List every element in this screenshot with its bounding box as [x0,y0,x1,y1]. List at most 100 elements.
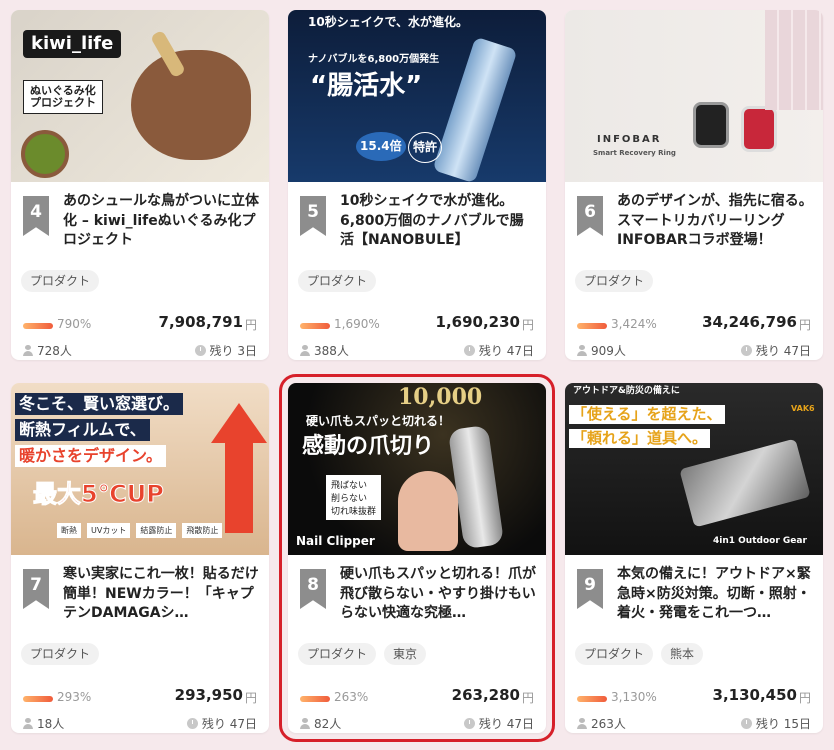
rank-badge: 6 [577,196,603,236]
ring-illustration [693,102,729,148]
supporters: 18人 [23,715,64,732]
image-headline: 10秒シェイクで、水が進化。 [308,15,468,29]
project-thumbnail[interactable]: 10秒シェイクで、水が進化。 ナノバブルを6,800万個発生 “腸活水” 15.… [288,10,546,182]
remaining-text: 残り 47日 [755,344,811,358]
clock-icon [194,345,206,356]
supporters: 728人 [23,342,72,359]
category-tag[interactable]: プロダクト [298,643,377,665]
project-title[interactable]: あのシュールな鳥がついに立体化 – kiwi_lifeぬいぐるみ化プロジェクト [63,192,259,250]
achievement-percent: 790% [57,317,92,331]
project-thumbnail[interactable]: 10,000 硬い爪もスパッと切れる！ 感動の爪切り 飛ばない 削らない 切れ味… [288,383,546,555]
image-line: 冬こそ、賢い窓選び。 [15,393,184,415]
project-card[interactable]: kiwi_life ぬいぐるみ化 プロジェクト 4 あのシュールな鳥がついに立体… [11,10,269,360]
rank-badge: 8 [300,569,326,609]
image-main-copy: 感動の爪切り [302,434,435,459]
rank-badge: 7 [23,569,49,609]
image-subheadline: ナノバブルを6,800万個発生 [308,54,440,65]
progress-bar [23,323,53,329]
supporters: 82人 [300,715,341,732]
image-top: アウトドア&防災の備えに [573,386,680,396]
project-card[interactable]: 10,000 硬い爪もスパッと切れる！ 感動の爪切り 飛ばない 削らない 切れ味… [279,374,555,742]
calendar-backdrop [765,10,823,110]
project-title[interactable]: 硬い爪もスパッと切れる！爪が飛び散らない・やすり掛けもいらない快適な究極… [340,565,536,623]
project-thumbnail[interactable]: 冬こそ、賢い窓選び。 断熱フィルムで、 暖かさをデザイン。 最大5℃UP 断熱 … [11,383,269,555]
supporter-count: 388人 [314,344,349,358]
tool-illustration [679,438,811,528]
remaining-days: 残り 15日 [740,715,811,732]
check-item: 削らない [331,494,368,504]
person-icon [300,345,310,356]
project-title[interactable]: 寒い実家にこれ一枚！貼るだけ簡単！NEWカラー！「キャプテンDAMAGAシ… [63,565,259,623]
image-logo: kiwi_life [23,30,122,58]
project-card[interactable]: INFOBAR Smart Recovery Ring 6 あのデザインが、指先… [565,10,823,360]
currency-unit: 円 [244,318,257,332]
remaining-days: 残り 47日 [463,342,534,359]
image-footer: 4in1 Outdoor Gear [713,536,807,546]
supporter-count: 18人 [37,717,65,731]
achievement-percent: 1,690% [334,317,380,331]
progress-bar [577,323,607,329]
image-top-number: 10,000 [398,384,483,410]
project-title[interactable]: 10秒シェイクで水が進化。6,800万個のナノバブルで腸活【NANOBULE】 [340,192,536,250]
category-tag[interactable]: プロダクト [21,643,100,665]
tag-list: プロダクト [298,270,377,292]
image-chip: 飛散防止 [182,523,223,538]
project-title[interactable]: 本気の備えに！アウトドア×緊急時×防災対策。切断・照射・着火・発電をこれ一つ… [617,565,813,623]
supporter-count: 263人 [591,717,626,731]
location-tag[interactable]: 熊本 [661,643,704,665]
image-footer: Nail Clipper [296,534,375,548]
kiwi-plush-illustration [131,50,251,160]
project-card[interactable]: 10秒シェイクで、水が進化。 ナノバブルを6,800万個発生 “腸活水” 15.… [288,10,546,360]
supporters: 909人 [577,342,626,359]
person-icon [577,345,587,356]
achievement-percent: 3,130% [611,690,657,704]
funding-amount: 34,246,796 [702,313,797,331]
project-thumbnail[interactable]: INFOBAR Smart Recovery Ring [565,10,823,182]
rank-badge: 5 [300,196,326,236]
currency-unit: 円 [798,318,811,332]
person-icon [23,345,33,356]
project-card[interactable]: アウトドア&防災の備えに 「使える」を超えた、 「頼れる」道具へ。 VAK6 4… [565,383,823,733]
tag-list: プロダクト [575,270,654,292]
category-tag[interactable]: プロダクト [575,643,654,665]
supporters: 263人 [577,715,626,732]
remaining-text: 残り 47日 [478,717,534,731]
funding-amount: 7,908,791 [158,313,243,331]
image-chip: 断熱 [57,523,81,538]
currency-unit: 円 [521,691,534,705]
supporter-count: 82人 [314,717,342,731]
person-icon [577,718,587,729]
progress-bar [300,323,330,329]
hand-illustration [398,471,458,551]
tag-list: プロダクト [21,270,100,292]
image-big-copy: 最大5℃UP [33,480,165,508]
arrow-shaft [225,443,253,533]
achievement-percent: 293% [57,690,92,704]
achievement-percent: 3,424% [611,317,657,331]
achievement-percent: 263% [334,690,369,704]
kiwi-fruit-illustration [21,130,69,178]
remaining-text: 残り 3日 [209,344,257,358]
image-chip-row: 断熱 UVカット 結露防止 飛散防止 [57,523,223,538]
remaining-days: 残り 47日 [463,715,534,732]
remaining-text: 残り 47日 [201,717,257,731]
image-line: 断熱フィルムで、 [15,419,150,441]
category-tag[interactable]: プロダクト [575,270,654,292]
project-thumbnail[interactable]: kiwi_life ぬいぐるみ化 プロジェクト [11,10,269,182]
category-tag[interactable]: プロダクト [21,270,100,292]
image-brand: VAK6 [791,404,815,413]
image-checklist: 飛ばない 削らない 切れ味抜群 [326,475,382,520]
project-thumbnail[interactable]: アウトドア&防災の備えに 「使える」を超えた、 「頼れる」道具へ。 VAK6 4… [565,383,823,555]
check-item: 飛ばない [331,481,368,491]
image-line: 硬い爪もスパッと切れる！ [306,414,451,428]
project-card[interactable]: 冬こそ、賢い窓選び。 断熱フィルムで、 暖かさをデザイン。 最大5℃UP 断熱 … [11,383,269,733]
progress-bar [23,696,53,702]
project-title[interactable]: あのデザインが、指先に宿る。スマートリカバリーリングINFOBARコラボ登場！ [617,192,813,250]
category-tag[interactable]: プロダクト [298,270,377,292]
funding-amount: 263,280 [451,686,520,704]
image-line: 「使える」を超えた、 [569,405,725,424]
location-tag[interactable]: 東京 [384,643,427,665]
funding-amount: 1,690,230 [435,313,520,331]
image-badge: 15.4倍 [356,132,406,162]
person-icon [300,718,310,729]
